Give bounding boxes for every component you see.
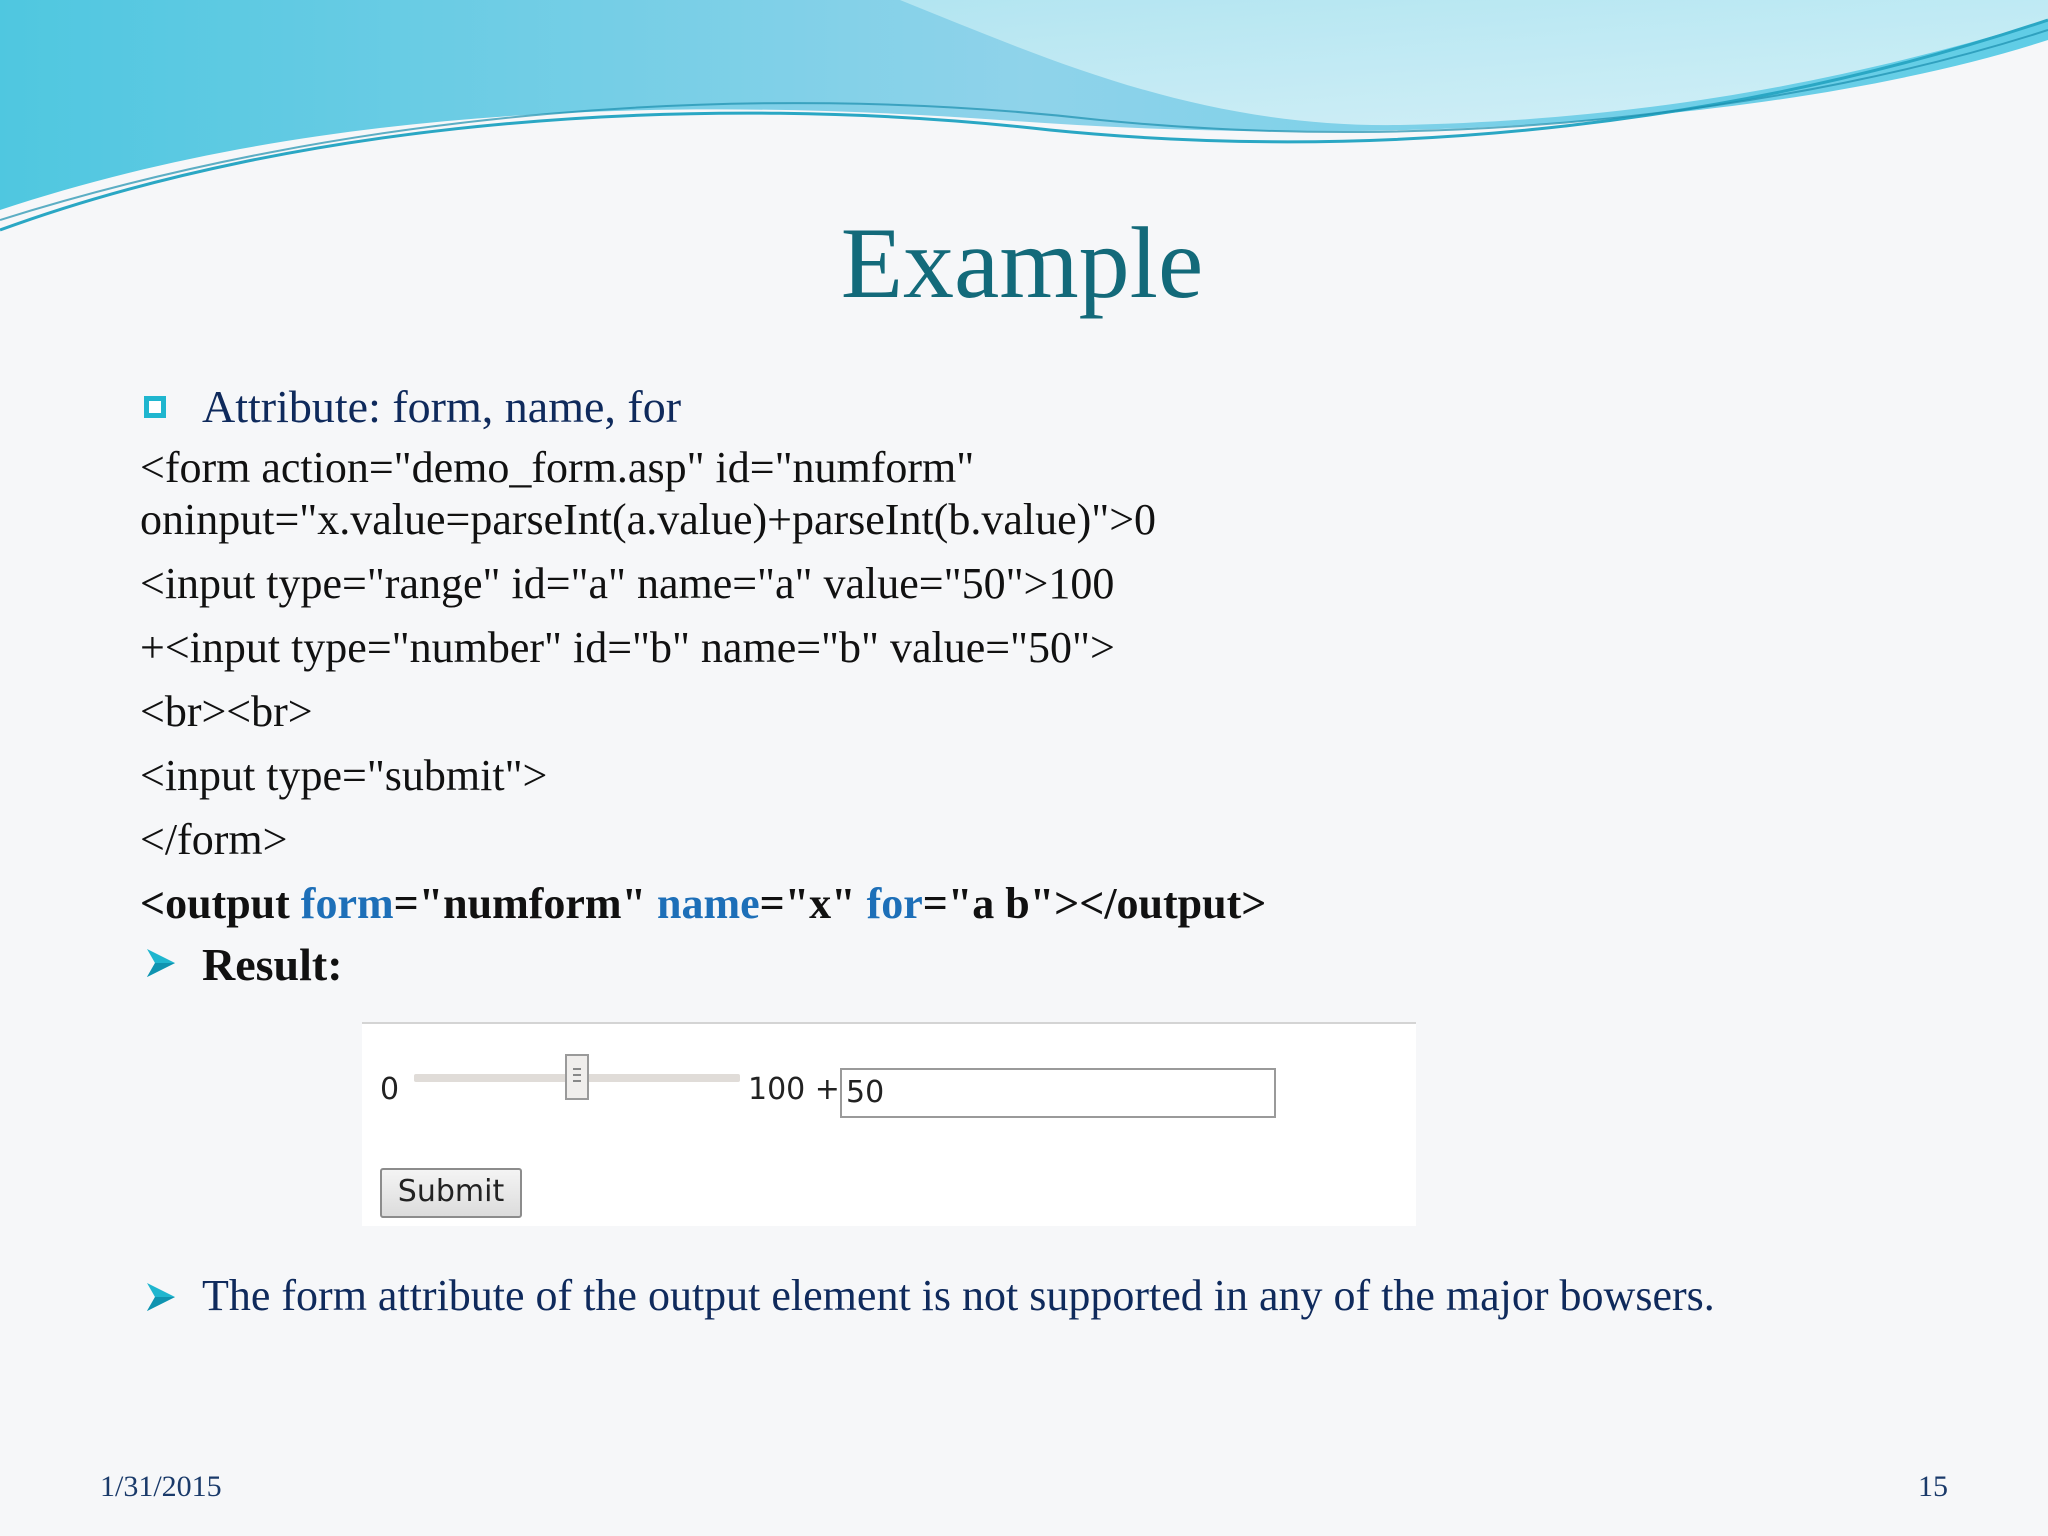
result-label: Result: <box>202 939 343 990</box>
code-line: oninput="x.value=parseInt(a.value)+parse… <box>140 495 1157 544</box>
submit-button[interactable]: Submit <box>380 1168 522 1218</box>
note-text: The form attribute of the output element… <box>202 1271 1715 1320</box>
result-screenshot: 0 100 + 50 Submit <box>362 1022 1416 1226</box>
grip-icon <box>573 1080 581 1082</box>
code-line: <br><br> <box>140 687 313 736</box>
code-line: +<input type="number" id="b" name="b" va… <box>140 623 1115 672</box>
slide-date: 1/31/2015 <box>100 1470 222 1503</box>
grip-icon <box>573 1074 581 1076</box>
note-bullet: The form attribute of the output element… <box>140 1266 2020 1326</box>
number-input[interactable]: 50 <box>840 1068 1276 1118</box>
attribute-bullet: Attribute: form, name, for <box>140 380 1990 440</box>
slide-content: Attribute: form, name, for <form action=… <box>140 380 1990 998</box>
page-number: 15 <box>1918 1470 1948 1503</box>
range-slider-thumb[interactable] <box>565 1054 589 1100</box>
code-block: <form action="demo_form.asp" id="numform… <box>140 442 1990 930</box>
code-line: <form action="demo_form.asp" id="numform… <box>140 443 975 492</box>
code-line: <input type="range" id="a" name="a" valu… <box>140 559 1115 608</box>
grip-icon <box>573 1068 581 1070</box>
slide-title: Example <box>840 207 1204 320</box>
range-min-label: 0 <box>380 1072 400 1107</box>
range-max-label: 100 + <box>748 1072 840 1107</box>
attribute-heading: Attribute: form, name, for <box>202 381 682 432</box>
checkbox-bullet-icon <box>144 396 166 418</box>
arrow-bullet-icon <box>147 949 175 977</box>
result-bullet: Result: <box>140 938 1990 998</box>
code-line: <input type="submit"> <box>140 751 548 800</box>
arrow-bullet-icon <box>147 1283 175 1311</box>
output-code-line: <output form="numform" name="x" for="a b… <box>140 879 1267 928</box>
code-line: </form> <box>140 815 288 864</box>
header-wave-decoration <box>0 0 2048 232</box>
